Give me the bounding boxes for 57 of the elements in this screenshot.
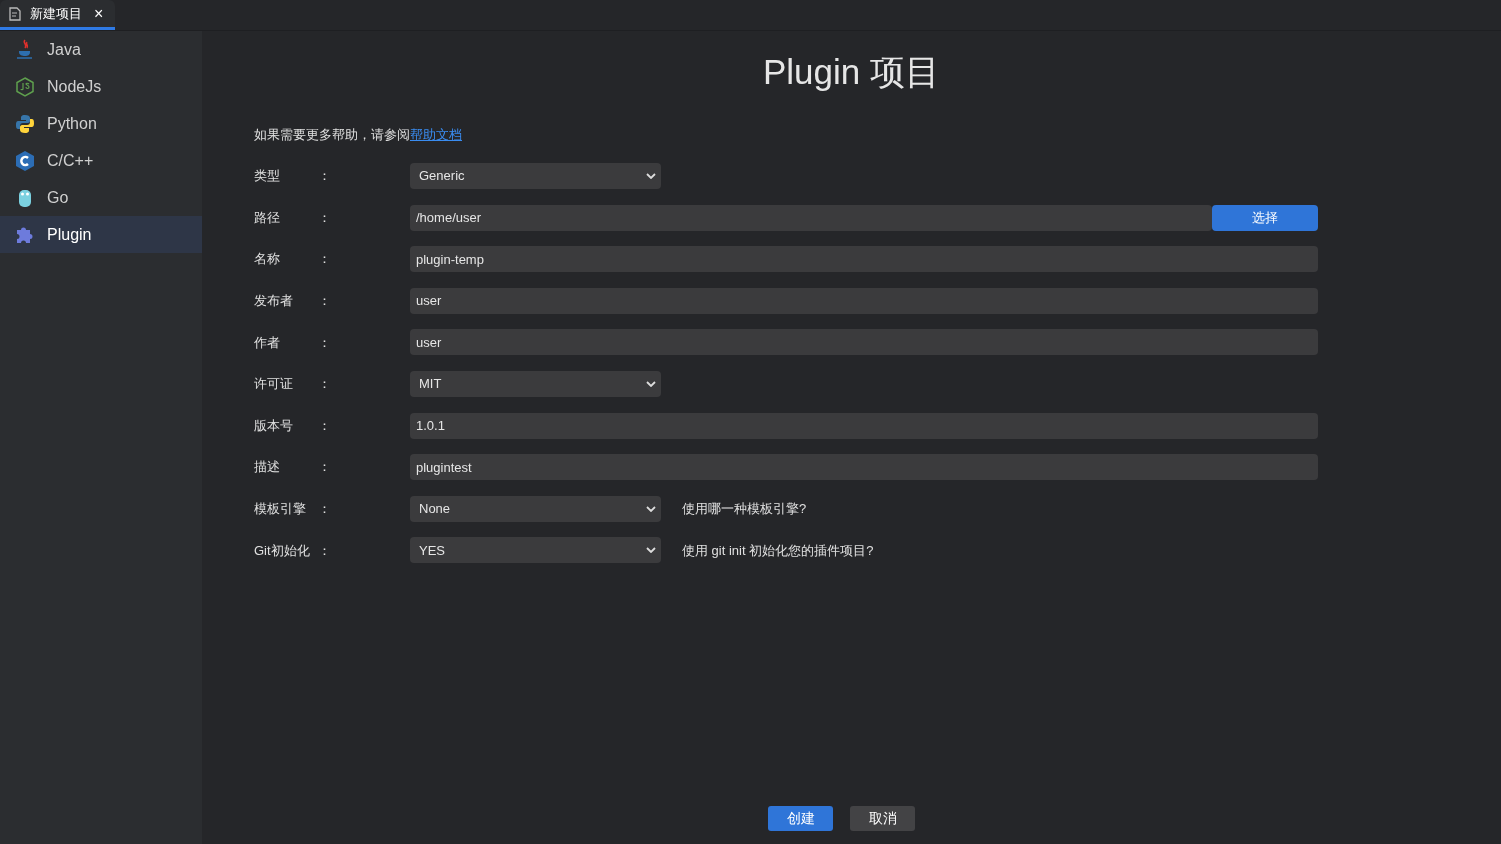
hint-text: 使用哪一种模板引擎? xyxy=(682,500,807,518)
sidebar-item[interactable]: Go xyxy=(0,179,202,216)
colon: ： xyxy=(318,292,332,311)
dropdown[interactable]: MIT xyxy=(410,370,661,397)
colon: ： xyxy=(318,333,332,352)
gopher-icon xyxy=(17,187,33,208)
sidebar-item[interactable]: C/C++ xyxy=(0,142,202,179)
dropdown[interactable]: YES xyxy=(410,537,661,564)
dropdown[interactable]: None xyxy=(410,495,661,522)
hexagon-js-icon xyxy=(15,75,35,98)
field-label: 许可证 xyxy=(254,375,294,394)
field-label: 发布者 xyxy=(254,292,294,311)
chevron-down-icon xyxy=(646,547,656,554)
field-label: 作者 xyxy=(254,333,281,352)
colon: ： xyxy=(318,375,332,394)
dropdown[interactable]: Generic xyxy=(410,163,661,189)
sidebar-item[interactable]: NodeJs xyxy=(0,68,202,105)
cancel-button[interactable]: 取消 xyxy=(850,806,915,831)
field-label: 描述 xyxy=(254,458,281,477)
sidebar-item[interactable]: Java xyxy=(0,31,202,68)
chevron-down-icon xyxy=(646,505,656,512)
field-label: 模板引擎 xyxy=(254,500,307,518)
sidebar-item[interactable]: Python xyxy=(0,105,202,142)
help-text: 如果需要更多帮助，请参阅帮助文档 xyxy=(254,126,462,145)
colon: ： xyxy=(318,208,332,227)
input-field[interactable]: /home/user xyxy=(410,204,1212,231)
tab-title: 新建项目 xyxy=(30,4,82,23)
colon: ： xyxy=(318,541,332,560)
field-label: 版本号 xyxy=(254,416,294,435)
sidebar-item[interactable]: Plugin xyxy=(0,216,202,253)
chevron-down-icon xyxy=(646,173,656,179)
page-title: Plugin 项目 xyxy=(762,51,941,93)
input-field[interactable]: plugin-temp xyxy=(410,246,1318,273)
colon: ： xyxy=(318,167,332,186)
close-button[interactable]: × xyxy=(90,5,108,22)
chevron-down-icon xyxy=(646,380,656,387)
select-button[interactable]: 选择 xyxy=(1212,204,1318,231)
coffee-cup-icon xyxy=(15,38,35,61)
field-label: Git初始化 xyxy=(254,541,311,560)
tab[interactable]: 新建项目 × xyxy=(0,0,116,30)
input-field[interactable]: user xyxy=(410,287,1318,314)
document-icon xyxy=(8,6,22,21)
colon: ： xyxy=(318,250,332,269)
field-label: 名称 xyxy=(254,250,281,269)
colon: ： xyxy=(318,416,332,435)
colon: ： xyxy=(318,458,332,477)
help-link[interactable]: 帮助文档 xyxy=(410,127,462,143)
hint-text: 使用 git init 初始化您的插件项目? xyxy=(682,541,874,560)
input-field[interactable]: plugintest xyxy=(410,454,1318,481)
input-field[interactable]: 1.0.1 xyxy=(410,412,1318,439)
colon: ： xyxy=(318,500,332,518)
python-snakes-icon xyxy=(15,113,35,134)
input-field[interactable]: user xyxy=(410,329,1318,356)
hexagon-c-icon xyxy=(15,149,35,172)
field-label: 类型 xyxy=(254,167,281,186)
field-label: 路径 xyxy=(254,208,281,227)
create-button[interactable]: 创建 xyxy=(768,806,833,831)
